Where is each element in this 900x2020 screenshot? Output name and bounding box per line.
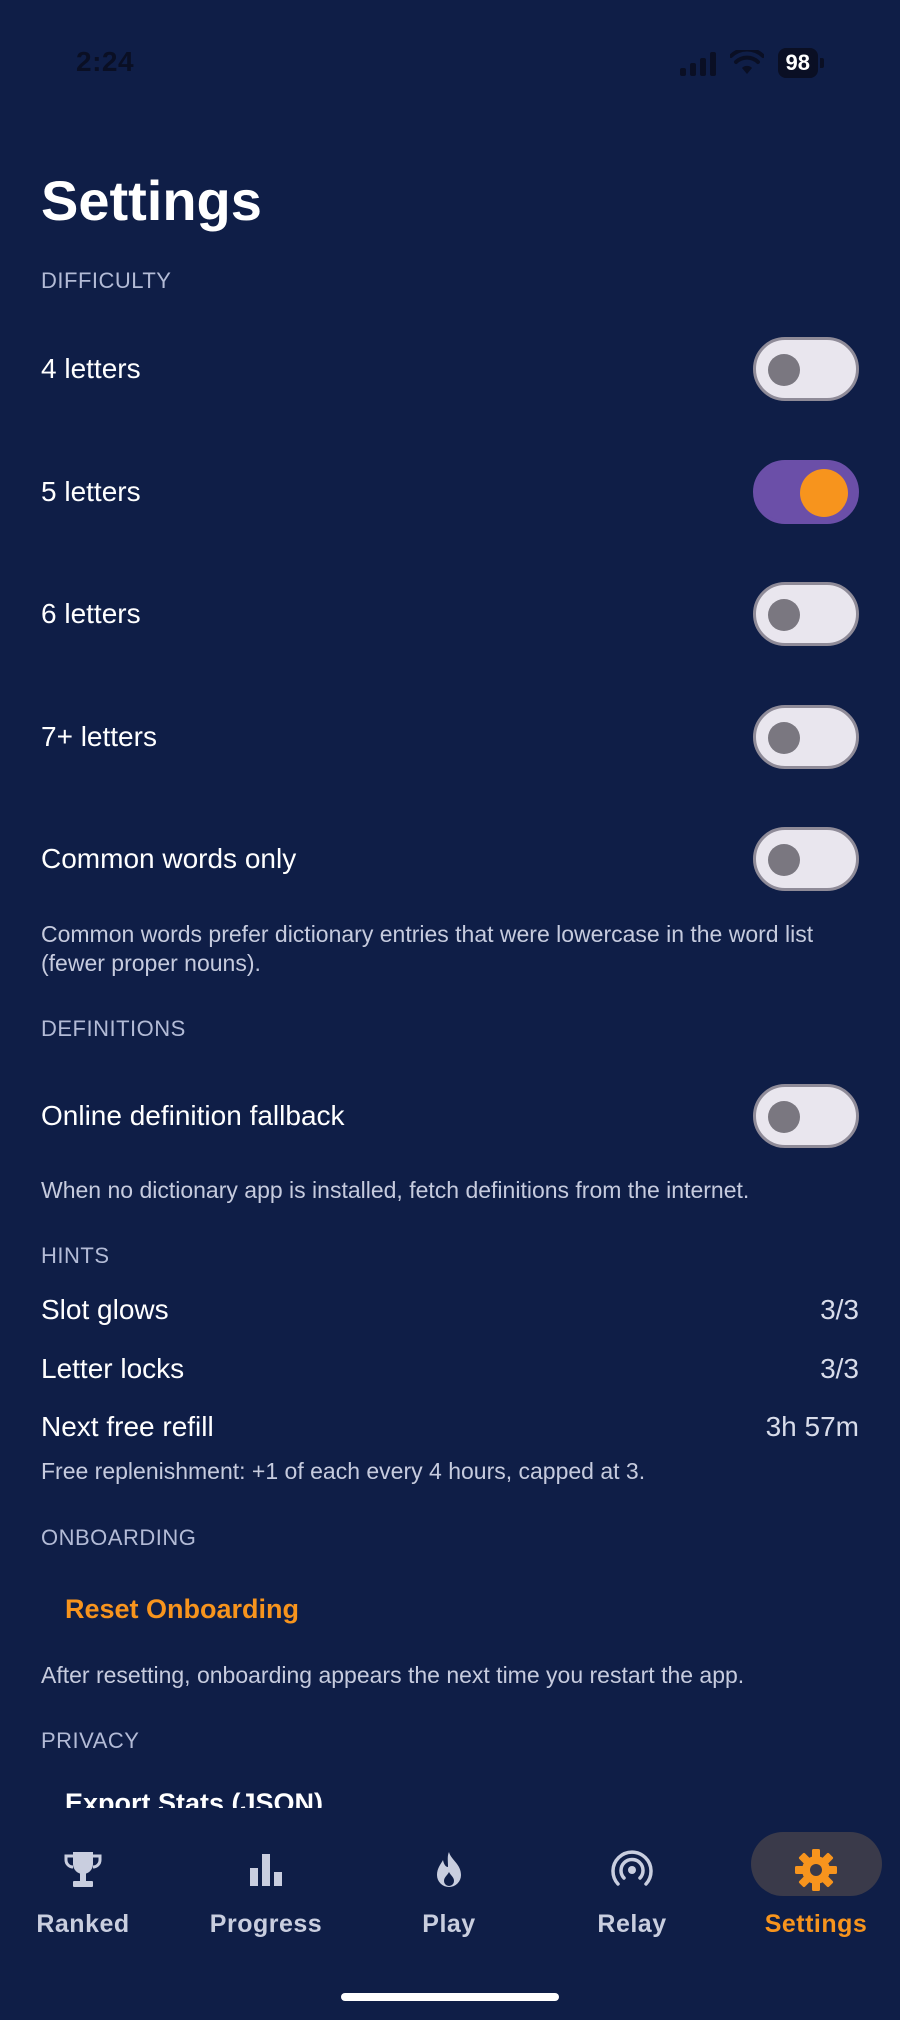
setting-row-4-letters: 4 letters <box>41 337 859 401</box>
setting-row-6-letters: 6 letters <box>41 582 859 646</box>
hint-value: 3/3 <box>820 1353 859 1384</box>
broadcast-icon <box>606 1844 658 1896</box>
hint-row-next-refill: Next free refill 3h 57m <box>41 1411 859 1443</box>
status-bar: 2:24 98 <box>0 0 900 120</box>
hint-label: Letter locks <box>41 1353 185 1384</box>
tab-label: Play <box>422 1910 476 1938</box>
toggle-knob <box>768 599 800 631</box>
setting-label: Online definition fallback <box>41 1100 345 1131</box>
reset-onboarding-button[interactable]: Reset Onboarding <box>41 1584 323 1635</box>
page-title: Settings <box>41 169 262 232</box>
toggle-knob <box>768 354 800 386</box>
tab-bar: Ranked Progress Play Relay Settings <box>0 1808 900 2020</box>
common-words-note: Common words prefer dictionary entries t… <box>41 921 814 976</box>
home-indicator[interactable] <box>341 1993 559 2001</box>
toggle-5-letters[interactable] <box>753 460 859 524</box>
toggle-knob <box>768 1101 800 1133</box>
hint-label: Slot glows <box>41 1294 169 1325</box>
tab-settings[interactable]: Settings <box>736 1830 896 1950</box>
cellular-signal-icon <box>679 50 716 76</box>
section-label-difficulty: DIFFICULTY <box>41 268 172 293</box>
hint-row-slot-glows: Slot glows 3/3 <box>41 1294 859 1326</box>
gear-icon <box>790 1844 842 1896</box>
onboarding-note: After resetting, onboarding appears the … <box>41 1662 745 1688</box>
tab-label: Progress <box>209 1910 323 1938</box>
tab-label: Relay <box>597 1910 667 1938</box>
tab-ranked[interactable]: Ranked <box>3 1830 163 1950</box>
definitions-note: When no dictionary app is installed, fet… <box>41 1177 750 1203</box>
tab-progress[interactable]: Progress <box>186 1830 346 1950</box>
toggle-common-words[interactable] <box>753 827 859 891</box>
toggle-7-plus-letters[interactable] <box>753 705 859 769</box>
setting-label: Common words only <box>41 843 297 874</box>
section-label-privacy: PRIVACY <box>41 1728 140 1753</box>
status-icons: 98 <box>679 48 824 78</box>
flame-icon <box>423 1844 475 1896</box>
setting-label: 4 letters <box>41 353 141 384</box>
toggle-4-letters[interactable] <box>753 337 859 401</box>
setting-row-common-words: Common words only <box>41 827 859 891</box>
hint-row-letter-locks: Letter locks 3/3 <box>41 1353 859 1385</box>
hints-note: Free replenishment: +1 of each every 4 h… <box>41 1458 646 1484</box>
setting-row-7-plus-letters: 7+ letters <box>41 705 859 769</box>
hint-label: Next free refill <box>41 1411 214 1442</box>
battery-icon: 98 <box>777 48 824 78</box>
wifi-icon <box>729 50 764 74</box>
section-label-onboarding: ONBOARDING <box>41 1525 197 1550</box>
tab-label: Settings <box>764 1910 868 1938</box>
section-label-hints: HINTS <box>41 1243 110 1268</box>
hint-value: 3/3 <box>820 1294 859 1325</box>
hint-value: 3h 57m <box>765 1411 859 1442</box>
tab-relay[interactable]: Relay <box>552 1830 712 1950</box>
toggle-knob <box>768 844 800 876</box>
toggle-6-letters[interactable] <box>753 582 859 646</box>
battery-level: 98 <box>777 48 818 78</box>
status-time: 2:24 <box>76 46 135 77</box>
setting-row-5-letters: 5 letters <box>41 460 859 524</box>
toggle-online-definition-fallback[interactable] <box>753 1084 859 1148</box>
tab-play[interactable]: Play <box>369 1830 529 1950</box>
setting-row-online-definition-fallback: Online definition fallback <box>41 1084 859 1148</box>
bar-chart-icon <box>240 1844 292 1896</box>
setting-label: 7+ letters <box>41 721 157 752</box>
section-label-definitions: DEFINITIONS <box>41 1016 186 1041</box>
setting-label: 6 letters <box>41 598 141 629</box>
trophy-icon <box>57 1844 109 1896</box>
setting-label: 5 letters <box>41 476 141 507</box>
toggle-knob <box>768 722 800 754</box>
toggle-knob <box>800 469 848 517</box>
tab-label: Ranked <box>36 1910 130 1938</box>
